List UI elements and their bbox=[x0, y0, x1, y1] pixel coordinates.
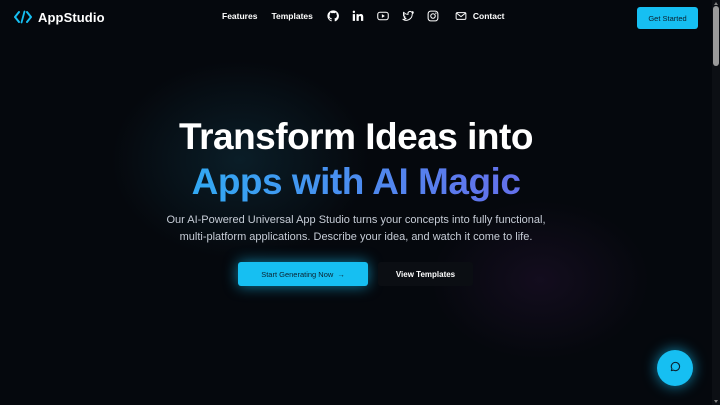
scroll-thumb[interactable] bbox=[713, 6, 719, 66]
hero-title-line2: Apps with AI Magic bbox=[0, 159, 712, 204]
hero-description-line1: Our AI-Powered Universal App Studio turn… bbox=[166, 214, 546, 226]
arrow-right-icon: → bbox=[337, 269, 345, 279]
page-scrollbar[interactable] bbox=[712, 0, 720, 405]
view-templates-button[interactable]: View Templates bbox=[378, 262, 473, 286]
mail-icon bbox=[455, 10, 467, 22]
code-brackets-icon bbox=[14, 9, 32, 25]
start-generating-label: Start Generating Now bbox=[261, 269, 334, 279]
hero-title: Transform Ideas into Apps with AI Magic bbox=[0, 114, 712, 204]
linkedin-icon[interactable] bbox=[352, 10, 364, 22]
nav-link-templates[interactable]: Templates bbox=[271, 11, 312, 21]
nav-link-contact[interactable]: Contact bbox=[455, 10, 505, 22]
top-navbar: AppStudio Features Templates Contact Get… bbox=[0, 0, 712, 36]
scroll-down-arrow-icon[interactable] bbox=[714, 400, 718, 403]
get-started-button[interactable]: Get Started bbox=[637, 7, 698, 29]
brand-name: AppStudio bbox=[38, 9, 105, 25]
github-icon[interactable] bbox=[327, 10, 339, 22]
chat-widget-button[interactable] bbox=[657, 350, 693, 386]
youtube-icon[interactable] bbox=[377, 10, 389, 22]
start-generating-button[interactable]: Start Generating Now → bbox=[238, 262, 368, 286]
scroll-up-arrow-icon[interactable] bbox=[714, 2, 718, 5]
instagram-icon[interactable] bbox=[427, 10, 439, 22]
brand-logo[interactable]: AppStudio bbox=[14, 9, 105, 25]
twitter-icon[interactable] bbox=[402, 10, 414, 22]
hero-title-line1: Transform Ideas into bbox=[179, 116, 533, 157]
nav-link-features[interactable]: Features bbox=[222, 11, 257, 21]
contact-label: Contact bbox=[472, 11, 505, 21]
nav-links: Features Templates Contact bbox=[222, 10, 505, 22]
hero-description-line2: multi-platform applications. Describe yo… bbox=[179, 231, 533, 243]
hero-description: Our AI-Powered Universal App Studio turn… bbox=[0, 212, 712, 246]
chat-bubble-icon bbox=[670, 359, 681, 377]
